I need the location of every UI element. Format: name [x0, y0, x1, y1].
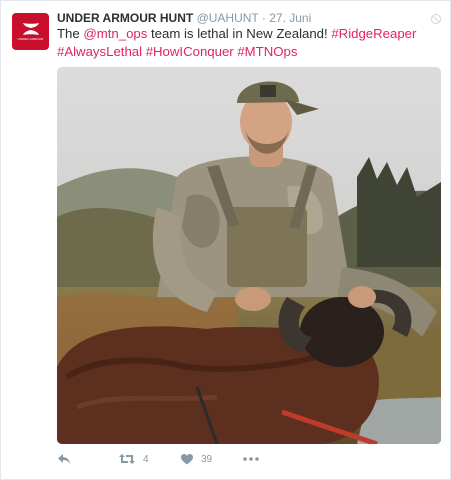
under-armour-logo-icon: [22, 23, 39, 35]
author-handle[interactable]: @UAHUNT: [197, 11, 259, 25]
text-part: The: [57, 26, 84, 41]
retweet-icon: [119, 454, 135, 464]
heart-icon: [181, 453, 193, 464]
chevron-down-icon[interactable]: [430, 13, 442, 25]
like-button[interactable]: 39: [181, 448, 212, 470]
hashtag-link[interactable]: #RidgeReaper: [331, 26, 416, 41]
mention-link[interactable]: @mtn_ops: [83, 26, 147, 41]
like-count: 39: [201, 453, 213, 465]
more-button[interactable]: [243, 448, 259, 470]
retweet-count: 4: [143, 453, 149, 465]
author-name[interactable]: UNDER ARMOUR HUNT: [57, 11, 193, 25]
tweet-text: The @mtn_ops team is lethal in New Zeala…: [57, 25, 437, 61]
reply-button[interactable]: [57, 448, 71, 470]
tweet-actions: 4 39: [57, 448, 437, 470]
hashtag-links[interactable]: #AlwaysLethal #HowIConquer #MTNOps: [57, 44, 297, 59]
retweet-button[interactable]: 4: [119, 448, 149, 470]
timestamp[interactable]: 27. Juni: [269, 11, 311, 25]
avatar[interactable]: UNDER ARMOUR: [12, 13, 49, 50]
tweet-photo[interactable]: [57, 67, 441, 444]
reply-icon: [58, 454, 70, 464]
separator: ·: [261, 11, 266, 25]
text-part: team is lethal in New Zealand!: [147, 26, 332, 41]
more-icon: [243, 457, 259, 461]
tweet-card: UNDER ARMOUR UNDER ARMOUR HUNT @UAHUNT ·…: [0, 0, 451, 480]
avatar-caption: UNDER ARMOUR: [17, 37, 44, 41]
tweet-header: UNDER ARMOUR HUNT @UAHUNT · 27. Juni: [57, 10, 311, 26]
